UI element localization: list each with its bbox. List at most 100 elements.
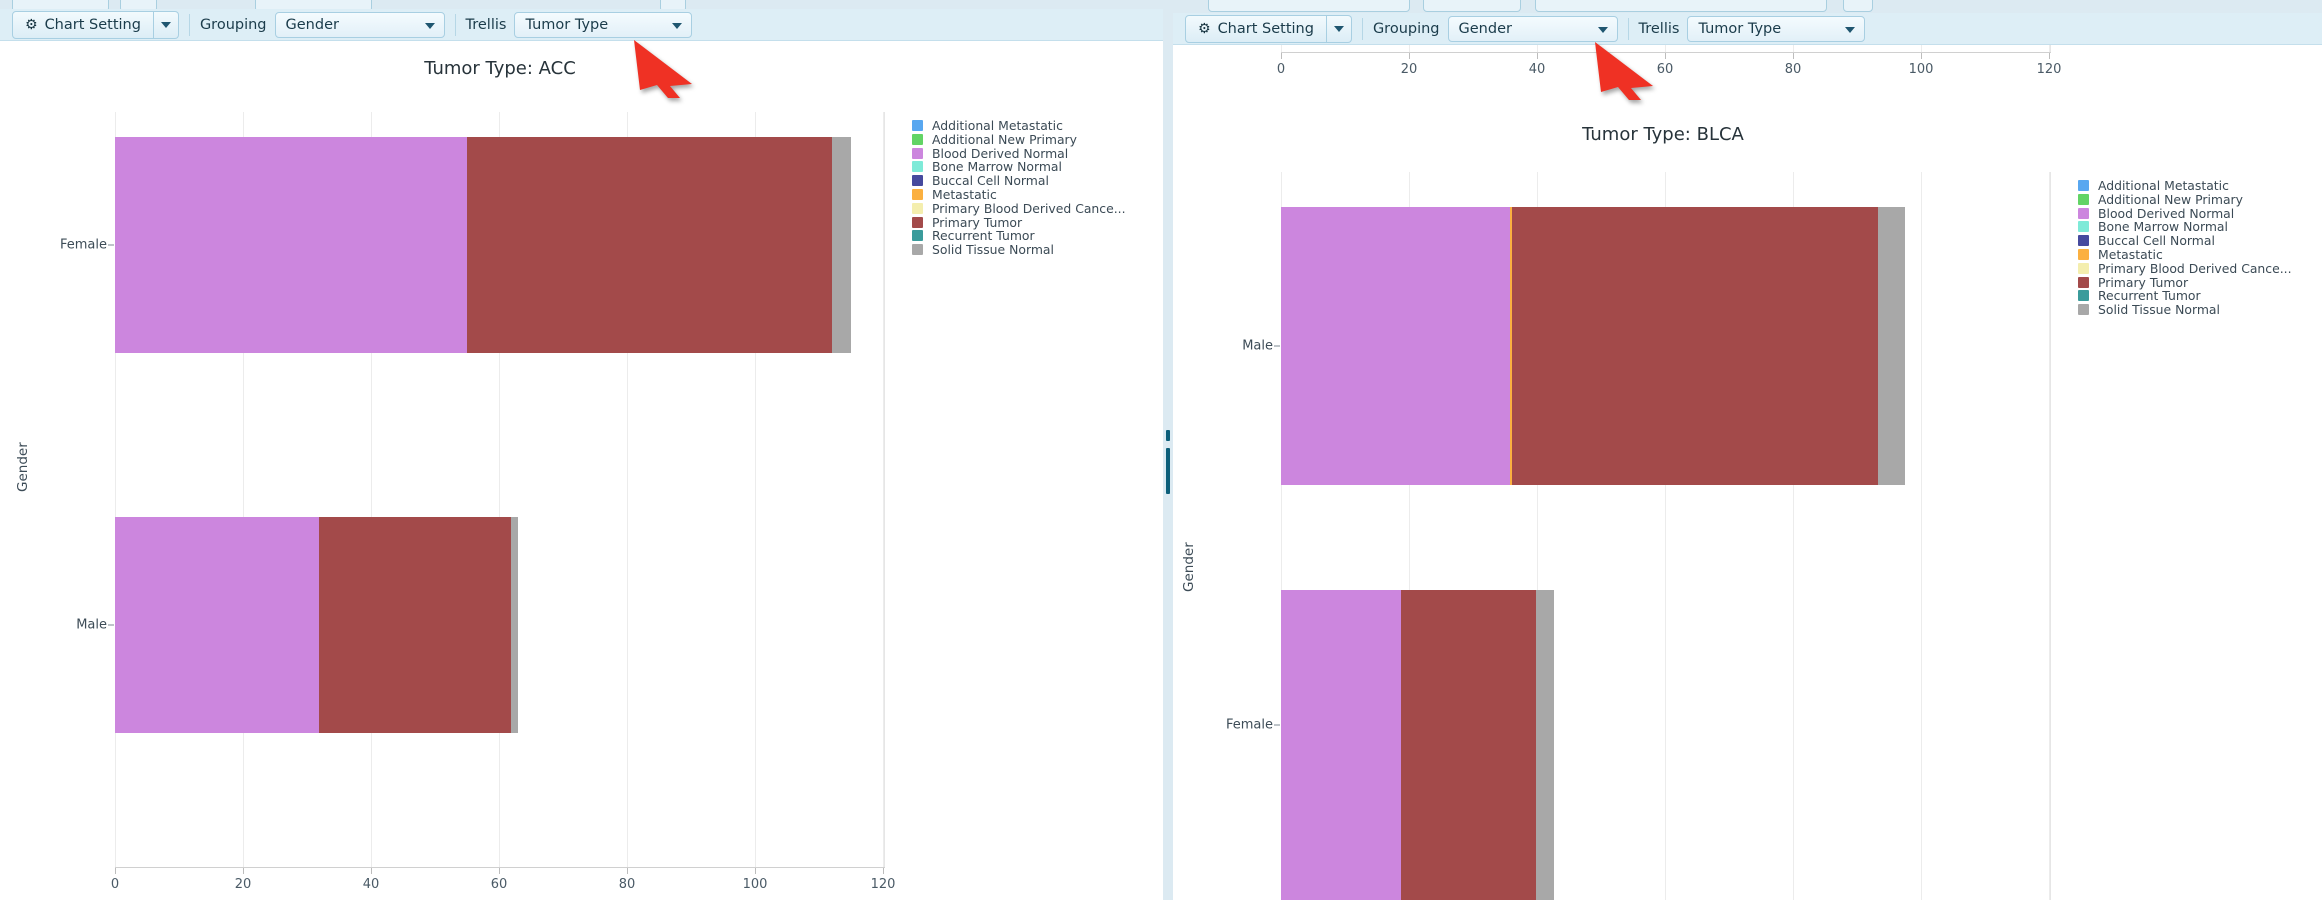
chart-setting-button[interactable]: ⚙ Chart Setting bbox=[12, 10, 154, 39]
partial-toolbar-strip-left bbox=[0, 0, 1163, 9]
legend-swatch-icon bbox=[912, 147, 923, 159]
bar-female[interactable] bbox=[115, 137, 885, 353]
legend-item[interactable]: Primary Tumor bbox=[2078, 274, 2292, 290]
x-tick-label: 100 bbox=[742, 877, 768, 892]
bar-male[interactable] bbox=[115, 517, 885, 733]
segment-blood-derived-normal[interactable] bbox=[115, 137, 467, 353]
chart-trellis-app: ⚙ Chart Setting Grouping Gender Trellis … bbox=[0, 0, 2322, 900]
right-chart-panel: ⚙ Chart Setting Grouping Gender Trellis … bbox=[1173, 0, 2322, 900]
chevron-down-icon bbox=[672, 22, 683, 29]
legend-item-label: Blood Derived Normal bbox=[2098, 205, 2235, 221]
legend-item-label: Recurrent Tumor bbox=[932, 228, 1035, 244]
legend-item[interactable]: Primary Blood Derived Cance... bbox=[912, 200, 1126, 216]
trellis-select-value: Tumor Type bbox=[1698, 20, 1782, 37]
segment-solid-tissue-normal[interactable] bbox=[1536, 590, 1554, 900]
toolbar-divider bbox=[454, 13, 456, 36]
trellis-select[interactable]: Tumor Type bbox=[514, 11, 693, 38]
left-chart-legend: Additional Metastatic Additional New Pri… bbox=[912, 118, 1126, 257]
x-tick-label: 0 bbox=[110, 877, 120, 892]
grouping-select[interactable]: Gender bbox=[274, 11, 445, 38]
grouping-label: Grouping bbox=[1372, 20, 1440, 37]
x-tick-label: 20 bbox=[234, 877, 252, 892]
x-tick-label: 80 bbox=[618, 877, 636, 892]
y-axis-title: Gender bbox=[15, 442, 31, 492]
segment-primary-tumor[interactable] bbox=[467, 137, 832, 353]
y-axis-title: Gender bbox=[1181, 542, 1197, 592]
chart-setting-dropdown-button[interactable] bbox=[1326, 14, 1352, 43]
right-chart-legend: Additional Metastatic Additional New Pri… bbox=[2078, 178, 2292, 317]
legend-item[interactable]: Metastatic bbox=[912, 187, 1126, 202]
gear-icon: ⚙ bbox=[25, 16, 38, 33]
legend-item[interactable]: Additional Metastatic bbox=[2078, 178, 2292, 193]
partial-toolbar-strip-right bbox=[1173, 0, 2322, 13]
legend-item[interactable]: Buccal Cell Normal bbox=[912, 173, 1126, 188]
segment-blood-derived-normal[interactable] bbox=[1281, 207, 1510, 485]
bar-male[interactable] bbox=[1281, 207, 2051, 485]
grouping-label: Grouping bbox=[199, 16, 267, 33]
legend-item[interactable]: Bone Marrow Normal bbox=[912, 159, 1126, 175]
x-tick-label: 80 bbox=[1784, 62, 1802, 77]
toolbar-divider bbox=[1627, 17, 1629, 40]
legend-swatch-icon bbox=[2078, 290, 2089, 302]
panel-splitter[interactable] bbox=[1163, 0, 1173, 900]
legend-item-label: Recurrent Tumor bbox=[2098, 288, 2201, 304]
x-tick-label: 120 bbox=[870, 877, 896, 892]
legend-item-label: Bone Marrow Normal bbox=[2098, 219, 2228, 235]
bar-female[interactable] bbox=[1281, 590, 2051, 900]
legend-item[interactable]: Blood Derived Normal bbox=[912, 146, 1126, 161]
trellis-select[interactable]: Tumor Type bbox=[1687, 15, 1866, 42]
chart-setting-button-group: ⚙ Chart Setting bbox=[1185, 14, 1352, 43]
legend-item[interactable]: Solid Tissue Normal bbox=[912, 242, 1126, 257]
legend-item[interactable]: Primary Blood Derived Cance... bbox=[2078, 261, 2292, 276]
segment-primary-tumor[interactable] bbox=[1401, 590, 1536, 900]
legend-item[interactable]: Additional Metastatic bbox=[912, 118, 1126, 134]
x-tick-label: 40 bbox=[1528, 62, 1546, 77]
legend-item[interactable]: Recurrent Tumor bbox=[2078, 288, 2292, 304]
y-tick-label-male: Male bbox=[1242, 338, 1273, 354]
segment-solid-tissue-normal[interactable] bbox=[511, 517, 518, 733]
x-tick-label: 40 bbox=[362, 877, 380, 892]
segment-blood-derived-normal[interactable] bbox=[115, 517, 319, 733]
y-tick-label-female: Female bbox=[59, 237, 107, 253]
segment-solid-tissue-normal[interactable] bbox=[832, 137, 851, 353]
legend-item[interactable]: Blood Derived Normal bbox=[2078, 205, 2292, 221]
segment-primary-tumor[interactable] bbox=[319, 517, 511, 733]
trellis-select-value: Tumor Type bbox=[525, 16, 609, 33]
legend-swatch-icon bbox=[2078, 249, 2089, 260]
segment-solid-tissue-normal[interactable] bbox=[1878, 207, 1905, 485]
legend-item[interactable]: Additional New Primary bbox=[912, 131, 1126, 147]
legend-item[interactable]: Primary Tumor bbox=[912, 215, 1126, 230]
segment-blood-derived-normal[interactable] bbox=[1281, 590, 1401, 900]
legend-swatch-icon bbox=[912, 133, 923, 145]
gear-icon: ⚙ bbox=[1198, 20, 1211, 37]
chevron-down-icon bbox=[1597, 26, 1608, 33]
x-tick-label: 0 bbox=[1276, 62, 1286, 77]
chart-setting-button[interactable]: ⚙ Chart Setting bbox=[1185, 14, 1327, 43]
legend-item-label: Additional New Primary bbox=[932, 131, 1077, 147]
legend-item[interactable]: Bone Marrow Normal bbox=[2078, 219, 2292, 235]
legend-item-label: Additional New Primary bbox=[2098, 191, 2243, 207]
legend-item[interactable]: Additional New Primary bbox=[2078, 191, 2292, 207]
legend-item-label: Primary Blood Derived Cance... bbox=[932, 200, 1126, 216]
legend-item[interactable]: Solid Tissue Normal bbox=[2078, 302, 2292, 317]
legend-item[interactable]: Buccal Cell Normal bbox=[2078, 233, 2292, 248]
legend-item[interactable]: Metastatic bbox=[2078, 247, 2292, 262]
chevron-down-icon bbox=[1845, 26, 1856, 33]
x-tick-label: 120 bbox=[2036, 62, 2062, 77]
splitter-grip-icon bbox=[1166, 448, 1170, 494]
legend-item-label: Additional Metastatic bbox=[932, 118, 1063, 134]
legend-item-label: Bone Marrow Normal bbox=[932, 159, 1062, 175]
trellis-label: Trellis bbox=[1638, 20, 1680, 37]
segment-primary-tumor[interactable] bbox=[1512, 207, 1878, 485]
legend-swatch-icon bbox=[912, 161, 923, 173]
left-plot-area: Female Male Gender 0 20 40 60 80 100 120 bbox=[15, 112, 895, 892]
legend-swatch-icon bbox=[2078, 276, 2089, 288]
grouping-select-value: Gender bbox=[285, 16, 339, 33]
legend-swatch-icon bbox=[2078, 193, 2089, 205]
y-tick-label-male: Male bbox=[76, 617, 107, 633]
grouping-select[interactable]: Gender bbox=[1447, 15, 1618, 42]
legend-item-label: Primary Tumor bbox=[2098, 274, 2189, 290]
chart-setting-label: Chart Setting bbox=[1217, 20, 1314, 37]
legend-item[interactable]: Recurrent Tumor bbox=[912, 228, 1126, 244]
chart-setting-dropdown-button[interactable] bbox=[153, 10, 179, 39]
